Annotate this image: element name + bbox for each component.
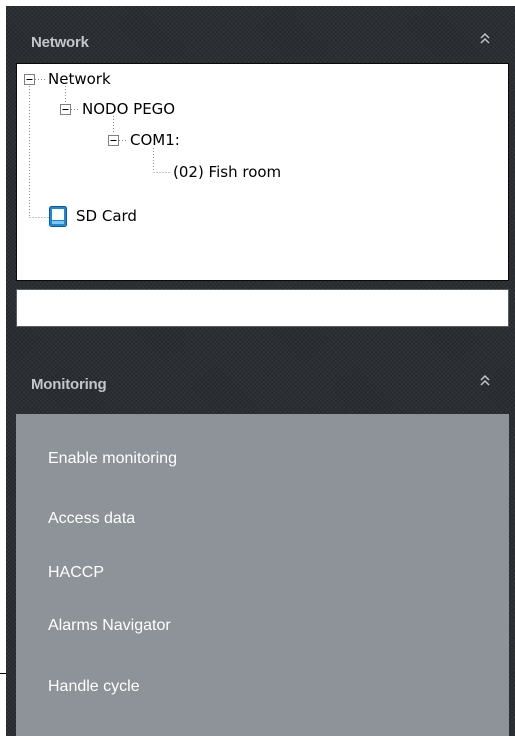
double-chevron-up-icon[interactable] (478, 372, 492, 390)
menu-item-handle-cycle[interactable]: Handle cycle (48, 678, 140, 696)
network-tree[interactable]: Network NODO PEGO COM1: (02) Fish room S… (16, 63, 509, 281)
search-input[interactable] (16, 289, 509, 327)
menu-item-enable-monitoring[interactable]: Enable monitoring (48, 450, 177, 468)
side-panel: Network Network NODO PEGO COM1: (02) Fis… (6, 6, 515, 736)
menu-item-haccp[interactable]: HACCP (48, 564, 104, 582)
network-section-header[interactable]: Network (6, 12, 515, 70)
monitoring-section-header[interactable]: Monitoring (6, 354, 515, 412)
monitoring-menu: Enable monitoring Access data HACCP Alar… (16, 414, 509, 736)
double-chevron-up-icon[interactable] (478, 30, 492, 48)
tree-node-network[interactable]: Network (48, 70, 111, 88)
tree-node-fish-room[interactable]: (02) Fish room (173, 163, 281, 181)
monitoring-section-title: Monitoring (31, 376, 107, 393)
tree-node-com1[interactable]: COM1: (130, 131, 180, 149)
tree-node-sd-card[interactable]: SD Card (76, 207, 137, 225)
menu-item-access-data[interactable]: Access data (48, 510, 135, 528)
sd-card-icon (49, 206, 67, 227)
tree-node-nodo-pego[interactable]: NODO PEGO (82, 100, 175, 118)
menu-item-alarms-navigator[interactable]: Alarms Navigator (48, 617, 171, 635)
network-section-title: Network (31, 34, 89, 51)
